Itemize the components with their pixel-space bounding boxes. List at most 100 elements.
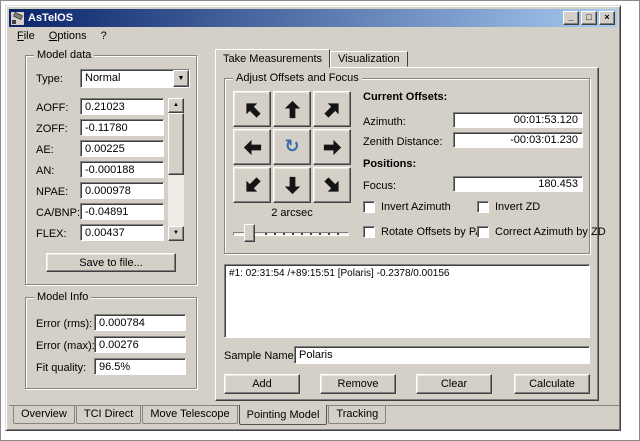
- param-field-ae[interactable]: [80, 140, 164, 157]
- focus-label: Focus:: [363, 180, 396, 192]
- sample-name-input[interactable]: [294, 346, 590, 364]
- add-button[interactable]: Add: [224, 374, 300, 394]
- app-icon[interactable]: [11, 12, 24, 25]
- azimuth-offset-field[interactable]: [453, 112, 583, 128]
- param-field-zoff[interactable]: [80, 119, 164, 136]
- rotate-offsets-label: Rotate Offsets by PA: [381, 226, 483, 238]
- clear-button[interactable]: Clear: [416, 374, 492, 394]
- measurement-list-item[interactable]: #1: 02:31:54 /+89:15:51 [Polaris] -0.237…: [226, 267, 588, 280]
- measurements-tab-control: Take Measurements Visualization Adjust O…: [215, 49, 599, 401]
- current-offsets-heading: Current Offsets:: [363, 91, 447, 103]
- param-field-npae[interactable]: [80, 182, 164, 199]
- scrollbar-down-button[interactable]: ▼: [168, 226, 184, 241]
- param-label-npae: NPAE:: [36, 186, 68, 198]
- model-data-group-label: Model data: [34, 49, 94, 61]
- measurements-listbox[interactable]: #1: 02:31:54 /+89:15:51 [Polaris] -0.237…: [224, 264, 590, 338]
- checkbox-box[interactable]: [477, 201, 489, 213]
- slider-ticks: [265, 233, 343, 235]
- step-size-label: 2 arcsec: [233, 207, 351, 219]
- fit-quality-label: Fit quality:: [36, 362, 86, 374]
- bottom-tab-tci-direct[interactable]: TCI Direct: [76, 406, 142, 424]
- offset-right-button[interactable]: [313, 129, 351, 165]
- maximize-button[interactable]: □: [581, 11, 597, 25]
- scroll-down-icon: ▼: [173, 230, 179, 236]
- positions-heading: Positions:: [363, 158, 416, 170]
- params-scrollbar[interactable]: ▲ ▼: [168, 98, 184, 241]
- main-section-tabs: Overview TCI Direct Move Telescope Point…: [9, 405, 619, 429]
- offset-down-left-button[interactable]: [233, 167, 271, 203]
- rotate-icon: ↻: [284, 138, 299, 156]
- window-title: AsTelOS: [28, 12, 73, 24]
- model-type-combobox[interactable]: Normal ▼: [80, 69, 190, 88]
- scrollbar-thumb[interactable]: [168, 113, 184, 175]
- param-field-flex[interactable]: [80, 224, 164, 241]
- correct-azimuth-checkbox[interactable]: Correct Azimuth by ZD: [477, 226, 606, 238]
- bottom-tab-pointing-model[interactable]: Pointing Model: [239, 405, 328, 425]
- save-to-file-button[interactable]: Save to file...: [46, 253, 176, 272]
- close-button[interactable]: ×: [599, 11, 615, 25]
- invert-azimuth-label: Invert Azimuth: [381, 201, 451, 213]
- offset-down-button[interactable]: [273, 167, 311, 203]
- arrow-up-left-icon: [236, 93, 269, 126]
- param-label-zoff: ZOFF:: [36, 123, 68, 135]
- maximize-icon: □: [586, 12, 591, 22]
- offset-up-button[interactable]: [273, 91, 311, 127]
- slider-thumb[interactable]: [244, 224, 255, 242]
- offset-arrow-pad: ↻: [233, 91, 351, 203]
- focus-field[interactable]: [453, 176, 583, 192]
- checkbox-box[interactable]: [477, 226, 489, 238]
- invert-zd-label: Invert ZD: [495, 201, 540, 213]
- remove-button[interactable]: Remove: [320, 374, 396, 394]
- offset-up-left-button[interactable]: [233, 91, 271, 127]
- bottom-tab-overview[interactable]: Overview: [13, 406, 75, 424]
- rotate-offsets-checkbox[interactable]: Rotate Offsets by PA: [363, 226, 483, 238]
- param-label-aoff: AOFF:: [36, 102, 68, 114]
- offset-down-right-button[interactable]: [313, 167, 351, 203]
- calculate-button[interactable]: Calculate: [514, 374, 590, 394]
- fit-quality-field[interactable]: [94, 358, 186, 375]
- menu-options[interactable]: Options: [42, 28, 94, 44]
- error-rms-field[interactable]: [94, 314, 186, 331]
- arrow-down-left-icon: [236, 169, 269, 202]
- adjust-offsets-group-label: Adjust Offsets and Focus: [233, 72, 362, 84]
- error-max-field[interactable]: [94, 336, 186, 353]
- correct-azimuth-label: Correct Azimuth by ZD: [495, 226, 606, 238]
- arrow-down-right-icon: [316, 169, 349, 202]
- combobox-dropdown-button[interactable]: ▼: [173, 70, 189, 87]
- error-max-label: Error (max):: [36, 340, 95, 352]
- scrollbar-up-button[interactable]: ▲: [168, 98, 184, 113]
- arrow-down-icon: [281, 174, 304, 197]
- sample-name-label: Sample Name:: [224, 350, 297, 362]
- offset-left-button[interactable]: [233, 129, 271, 165]
- take-measurements-page: Adjust Offsets and Focus: [215, 67, 599, 401]
- minimize-button[interactable]: _: [563, 11, 579, 25]
- tab-take-measurements[interactable]: Take Measurements: [215, 49, 330, 68]
- adjust-offsets-group: Adjust Offsets and Focus: [224, 78, 590, 254]
- scroll-up-icon: ▲: [173, 102, 179, 108]
- chevron-down-icon: ▼: [178, 75, 185, 82]
- offset-reset-button[interactable]: ↻: [273, 129, 311, 165]
- bottom-tab-move-telescope[interactable]: Move Telescope: [142, 406, 237, 424]
- bottom-tab-tracking[interactable]: Tracking: [328, 406, 386, 424]
- model-type-value: Normal: [81, 70, 173, 87]
- invert-zd-checkbox[interactable]: Invert ZD: [477, 201, 540, 213]
- param-field-cabnp[interactable]: [80, 203, 164, 220]
- step-size-slider[interactable]: [231, 221, 351, 245]
- arrow-left-icon: [241, 136, 264, 159]
- arrow-right-icon: [321, 136, 344, 159]
- minimize-icon: _: [568, 12, 573, 22]
- invert-azimuth-checkbox[interactable]: Invert Azimuth: [363, 201, 451, 213]
- offset-up-right-button[interactable]: [313, 91, 351, 127]
- app-window: AsTelOS _ □ × File Options ? Model data …: [5, 5, 621, 431]
- param-field-an[interactable]: [80, 161, 164, 178]
- zenith-distance-field[interactable]: [453, 132, 583, 148]
- titlebar[interactable]: AsTelOS _ □ ×: [9, 9, 617, 27]
- tab-visualization[interactable]: Visualization: [330, 51, 408, 67]
- menu-file[interactable]: File: [10, 28, 42, 44]
- checkbox-box[interactable]: [363, 201, 375, 213]
- screenshot-root: AsTelOS _ □ × File Options ? Model data …: [0, 0, 640, 441]
- model-info-group: Model Info Error (rms): Error (max): Fit…: [25, 297, 197, 389]
- menu-help[interactable]: ?: [94, 28, 114, 44]
- param-field-aoff[interactable]: [80, 98, 164, 115]
- checkbox-box[interactable]: [363, 226, 375, 238]
